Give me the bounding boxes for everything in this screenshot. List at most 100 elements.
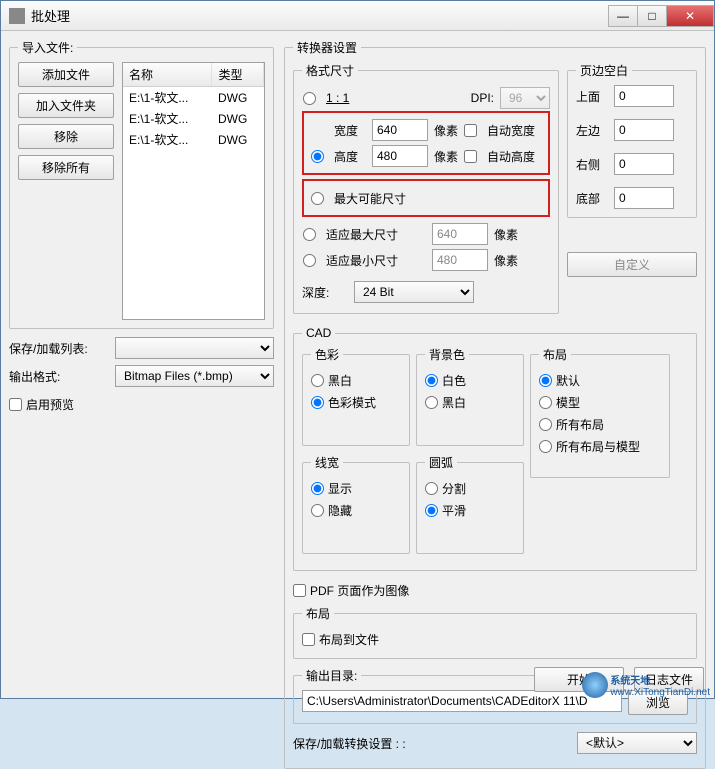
watermark: 系统天地 www.XiTongTianDi.net (582, 672, 710, 698)
remove-button[interactable]: 移除 (18, 124, 114, 149)
dpi-label: DPI: (471, 91, 494, 105)
enable-preview-checkbox[interactable] (9, 398, 22, 411)
pixel-label: 像素 (494, 226, 518, 243)
margin-left-input[interactable] (614, 119, 674, 141)
layout-file-group: 布局 布局到文件 (293, 605, 697, 659)
height-input[interactable] (372, 145, 428, 167)
arc-group: 圆弧 分割 平滑 (416, 454, 524, 554)
linewidth-legend: 线宽 (311, 454, 343, 471)
bgcolor-legend: 背景色 (425, 346, 469, 363)
table-row[interactable]: E:\1-软文...DWG (123, 129, 264, 150)
height-label: 高度 (334, 148, 366, 165)
max-possible-highlight: 最大可能尺寸 (302, 179, 550, 217)
output-format-label: 输出格式: (9, 368, 109, 385)
layout-allmodel-radio[interactable] (539, 440, 552, 453)
color-bw-radio[interactable] (311, 374, 324, 387)
width-label: 宽度 (334, 122, 366, 139)
remove-all-button[interactable]: 移除所有 (18, 155, 114, 180)
col-type[interactable]: 类型 (212, 63, 264, 87)
size-1to1-radio[interactable] (303, 92, 316, 105)
layout-to-file-checkbox[interactable] (302, 633, 315, 646)
converter-settings-group: 转换器设置 格式尺寸 1 : 1 DPI: 96 (284, 39, 706, 769)
width-input[interactable] (372, 119, 428, 141)
auto-height-checkbox[interactable] (464, 150, 477, 163)
layout-to-file-label: 布局到文件 (319, 631, 379, 648)
window-title: 批处理 (31, 6, 609, 25)
col-name[interactable]: 名称 (123, 63, 212, 87)
color-group: 色彩 黑白 色彩模式 (302, 346, 410, 446)
add-folder-button[interactable]: 加入文件夹 (18, 93, 114, 118)
layout-file-legend: 布局 (302, 605, 334, 622)
lw-show-radio[interactable] (311, 482, 324, 495)
margin-right-input[interactable] (614, 153, 674, 175)
saveload-list-label: 保存/加载列表: (9, 340, 109, 357)
auto-height-label: 自动高度 (487, 148, 535, 165)
size-fitmax-radio[interactable] (303, 228, 316, 241)
minimize-button[interactable]: — (608, 5, 638, 27)
table-row[interactable]: E:\1-软文...DWG (123, 87, 264, 109)
pdf-as-image-checkbox[interactable] (293, 584, 306, 597)
import-files-group: 导入文件: 添加文件 加入文件夹 移除 移除所有 名称 类型 (9, 39, 274, 329)
add-file-button[interactable]: 添加文件 (18, 62, 114, 87)
bgcolor-group: 背景色 白色 黑白 (416, 346, 524, 446)
watermark-brand: 系统天地 (610, 672, 710, 687)
size-1to1-label: 1 : 1 (326, 91, 349, 105)
margins-legend: 页边空白 (576, 62, 632, 79)
size-custom-radio[interactable] (311, 150, 324, 163)
file-list[interactable]: 名称 类型 E:\1-软文...DWG E:\1-软文...DWG E:\1-软… (122, 62, 265, 320)
custom-button[interactable]: 自定义 (567, 252, 697, 277)
auto-width-checkbox[interactable] (464, 124, 477, 137)
output-dir-legend: 输出目录: (302, 667, 361, 684)
pixel-label: 像素 (494, 252, 518, 269)
layout-group: 布局 默认 模型 所有布局 所有布局与模型 (530, 346, 670, 478)
fit-max-input[interactable] (432, 223, 488, 245)
margin-left-label: 左边 (576, 122, 614, 139)
arc-split-radio[interactable] (425, 482, 438, 495)
max-possible-label: 最大可能尺寸 (334, 190, 406, 207)
margin-right-label: 右侧 (576, 156, 614, 173)
saveload-convert-label: 保存/加载转换设置 : : (293, 735, 571, 752)
batch-window: 批处理 — □ ✕ 导入文件: 添加文件 加入文件夹 移除 移除所有 (0, 0, 715, 699)
arc-legend: 圆弧 (425, 454, 457, 471)
close-button[interactable]: ✕ (666, 5, 714, 27)
size-fitmin-radio[interactable] (303, 254, 316, 267)
margin-top-input[interactable] (614, 85, 674, 107)
watermark-logo-icon (582, 672, 608, 698)
fit-min-label: 适应最小尺寸 (326, 252, 426, 269)
depth-select[interactable]: 24 Bit (354, 281, 474, 303)
title-bar: 批处理 — □ ✕ (1, 1, 714, 31)
layout-model-radio[interactable] (539, 396, 552, 409)
lw-hide-radio[interactable] (311, 504, 324, 517)
converter-legend: 转换器设置 (293, 39, 361, 56)
maximize-button[interactable]: □ (637, 5, 667, 27)
dpi-select[interactable]: 96 (500, 87, 550, 109)
enable-preview-label: 启用预览 (26, 396, 74, 413)
layout-default-radio[interactable] (539, 374, 552, 387)
color-mode-radio[interactable] (311, 396, 324, 409)
depth-label: 深度: (302, 284, 348, 301)
saveload-list-select[interactable] (115, 337, 274, 359)
output-format-select[interactable]: Bitmap Files (*.bmp) (115, 365, 274, 387)
pdf-as-image-label: PDF 页面作为图像 (310, 582, 409, 599)
size-maxpossible-radio[interactable] (311, 192, 324, 205)
layout-all-radio[interactable] (539, 418, 552, 431)
custom-size-highlight: 宽度 像素 自动宽度 高度 像素 (302, 111, 550, 175)
auto-width-label: 自动宽度 (487, 122, 535, 139)
table-row[interactable]: E:\1-软文...DWG (123, 108, 264, 129)
pixel-label: 像素 (434, 148, 458, 165)
bg-black-radio[interactable] (425, 396, 438, 409)
bg-white-radio[interactable] (425, 374, 438, 387)
margin-bottom-input[interactable] (614, 187, 674, 209)
format-size-group: 格式尺寸 1 : 1 DPI: 96 宽度 (293, 62, 559, 314)
import-legend: 导入文件: (18, 39, 77, 56)
watermark-url: www.XiTongTianDi.net (610, 687, 710, 698)
cad-group: CAD 色彩 黑白 色彩模式 线宽 显示 隐藏 (293, 326, 697, 571)
margin-bottom-label: 底部 (576, 190, 614, 207)
output-dir-input[interactable] (302, 690, 622, 712)
arc-smooth-radio[interactable] (425, 504, 438, 517)
app-icon (9, 8, 25, 24)
cad-legend: CAD (302, 326, 335, 340)
saveload-convert-select[interactable]: <默认> (577, 732, 697, 754)
pixel-label: 像素 (434, 122, 458, 139)
fit-min-input[interactable] (432, 249, 488, 271)
